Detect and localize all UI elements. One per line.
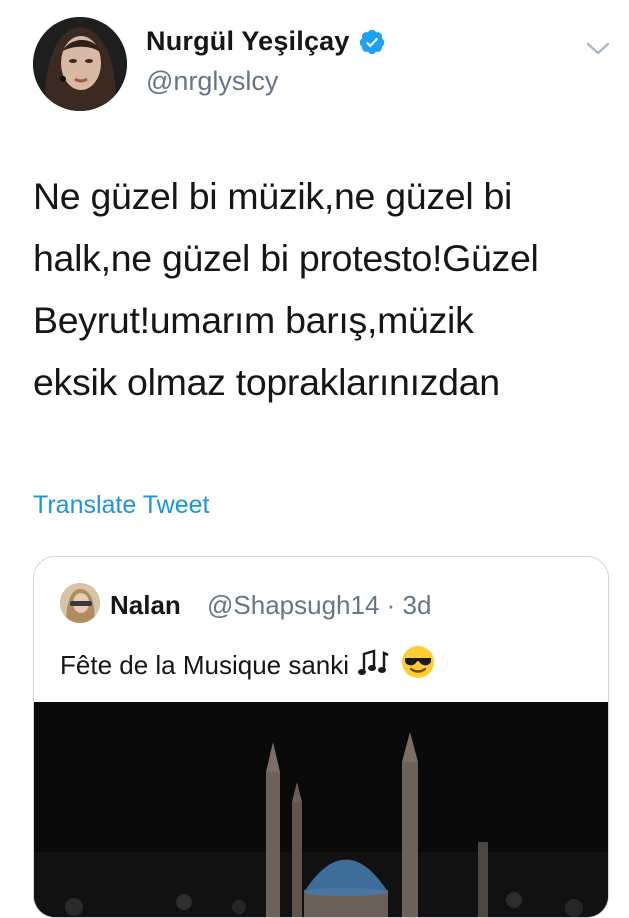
verified-badge-icon (358, 28, 386, 56)
quoted-tweet-text-row: Fête de la Musique sanki (60, 645, 435, 686)
quoted-video-thumbnail[interactable] (34, 702, 608, 917)
tweet-body: Ne güzel bi müzik,ne güzel bi halk,ne gü… (33, 165, 623, 413)
author-avatar[interactable] (33, 17, 127, 111)
translate-tweet-link[interactable]: Translate Tweet (33, 491, 209, 520)
tweet-line: Beyrut!umarım barış,müzik (33, 299, 474, 341)
author-name[interactable]: Nurgül Yeşilçay (146, 26, 350, 57)
tweet-header: Nurgül Yeşilçay @nrglyslcy (0, 0, 629, 130)
musical-notes-icon (357, 646, 393, 685)
chevron-down-icon[interactable] (583, 36, 613, 60)
quoted-author-meta: @Shapsugh14 · 3d (207, 590, 432, 620)
quoted-tweet-card[interactable]: Nalan @Shapsugh14 · 3d Fête de la Musiqu… (33, 556, 609, 918)
sunglasses-face-icon (401, 645, 435, 686)
quoted-author-avatar (60, 583, 100, 623)
tweet-line: Ne güzel bi müzik,ne güzel bi (33, 175, 513, 217)
author-handle[interactable]: @nrglyslcy (146, 66, 278, 97)
author-name-row: Nurgül Yeşilçay (146, 26, 386, 57)
quoted-tweet-text: Fête de la Musique sanki (60, 650, 350, 680)
tweet-line: eksik olmaz topraklarınızdan (33, 361, 500, 403)
tweet-line: halk,ne güzel bi protesto!Güzel (33, 237, 539, 279)
quoted-author-name: Nalan (110, 590, 181, 620)
